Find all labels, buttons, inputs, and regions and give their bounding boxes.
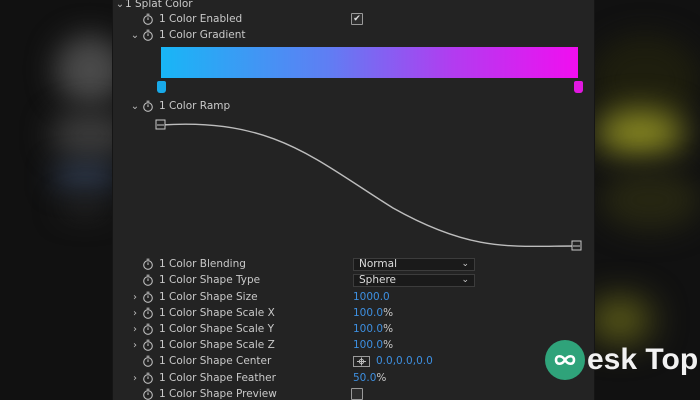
property-label: 1 Color Ramp [159, 100, 231, 112]
chevron-down-icon: ⌄ [461, 259, 469, 269]
twirl-closed-icon[interactable]: › [130, 373, 140, 384]
property-color-gradient: ⌄ 1 Color Gradient [113, 27, 594, 43]
property-label: 1 Color Gradient [159, 29, 246, 41]
gradient-bar[interactable] [161, 47, 578, 78]
stopwatch-icon[interactable] [142, 372, 154, 384]
scale-y-value[interactable]: 100.0 [353, 323, 383, 335]
background-blur-shape [55, 168, 115, 186]
property-label: 1 Color Shape Scale Y [159, 323, 274, 335]
property-label: 1 Color Blending [159, 258, 246, 270]
dropdown-value: Normal [359, 258, 397, 270]
ramp-curve[interactable] [160, 123, 578, 248]
twirl-closed-icon[interactable]: › [130, 292, 140, 303]
scale-z-value[interactable]: 100.0 [353, 339, 383, 351]
stopwatch-icon[interactable] [142, 388, 154, 400]
property-shape-center: 1 Color Shape Center 0.0,0.0,0.0 [113, 353, 594, 369]
twirl-open-icon[interactable]: ⌄ [130, 30, 140, 41]
twirl-closed-icon[interactable]: › [130, 324, 140, 335]
preview-checkbox[interactable] [351, 388, 363, 400]
watermark-text: esk Top [587, 343, 699, 376]
background-blur-shape [60, 200, 110, 214]
stopwatch-icon[interactable] [142, 323, 154, 335]
property-shape-type: 1 Color Shape Type Sphere ⌄ [113, 272, 594, 288]
property-color-ramp: ⌄ 1 Color Ramp [113, 98, 594, 114]
property-shape-feather: › 1 Color Shape Feather 50.0% [113, 370, 594, 386]
blending-dropdown[interactable]: Normal ⌄ [353, 257, 475, 271]
gradient-stop-right[interactable] [574, 81, 583, 93]
scale-x-value[interactable]: 100.0 [353, 307, 383, 319]
twirl-open-icon[interactable]: ⌄ [130, 101, 140, 112]
property-label: 1 Color Shape Feather [159, 372, 276, 384]
property-color-enabled: 1 Color Enabled ✔ [113, 11, 594, 27]
unit-label: % [383, 339, 394, 351]
twirl-open-icon[interactable]: ⌄ [115, 0, 125, 10]
twirl-closed-icon[interactable]: › [130, 340, 140, 351]
property-scale-y: › 1 Color Shape Scale Y 100.0% [113, 321, 594, 337]
section-label: 1 Splat Color [125, 0, 193, 10]
stopwatch-icon[interactable] [142, 355, 154, 367]
stopwatch-icon[interactable] [142, 307, 154, 319]
dropdown-value: Sphere [359, 274, 396, 286]
twirl-closed-icon[interactable]: › [130, 308, 140, 319]
effect-controls-panel: ⌄ 1 Splat Color 1 Color Enabled ✔ ⌄ 1 Co… [112, 0, 595, 400]
unit-label: % [376, 372, 387, 384]
unit-label: % [383, 323, 394, 335]
property-color-blending: 1 Color Blending Normal ⌄ [113, 256, 594, 272]
property-label: 1 Color Shape Size [159, 291, 258, 303]
property-scale-x: › 1 Color Shape Scale X 100.0% [113, 305, 594, 321]
stopwatch-icon[interactable] [142, 274, 154, 286]
unit-label: % [383, 307, 394, 319]
property-label: 1 Color Shape Center [159, 355, 272, 367]
shape-size-value[interactable]: 1000.0 [353, 291, 390, 303]
watermark-infinity-icon [545, 340, 585, 380]
property-label: 1 Color Shape Scale X [159, 307, 275, 319]
background-blur-shape [595, 110, 685, 155]
stopwatch-icon[interactable] [142, 339, 154, 351]
stopwatch-icon[interactable] [142, 100, 154, 112]
property-label: 1 Color Shape Scale Z [159, 339, 275, 351]
stopwatch-icon[interactable] [142, 291, 154, 303]
property-shape-preview: 1 Color Shape Preview [113, 386, 594, 400]
property-shape-size: › 1 Color Shape Size 1000.0 [113, 289, 594, 305]
crosshair-position-icon[interactable] [353, 355, 370, 367]
desktop-watermark-logo: esk Top [545, 340, 698, 380]
background-blur-shape [590, 300, 650, 340]
center-value[interactable]: 0.0,0.0,0.0 [376, 355, 433, 367]
property-label: 1 Color Enabled [159, 13, 243, 25]
feather-value[interactable]: 50.0 [353, 372, 376, 384]
property-scale-z: › 1 Color Shape Scale Z 100.0% [113, 337, 594, 353]
chevron-down-icon: ⌄ [461, 275, 469, 285]
stopwatch-icon[interactable] [142, 13, 154, 25]
property-label: 1 Color Shape Type [159, 274, 261, 286]
stopwatch-icon[interactable] [142, 29, 154, 41]
background-blur-shape [600, 170, 700, 230]
stopwatch-icon[interactable] [142, 258, 154, 270]
ramp-curve-editor[interactable] [153, 118, 589, 252]
enabled-checkbox[interactable]: ✔ [351, 13, 363, 25]
gradient-stop-left[interactable] [157, 81, 166, 93]
property-label: 1 Color Shape Preview [159, 388, 277, 400]
shape-type-dropdown[interactable]: Sphere ⌄ [353, 273, 475, 287]
